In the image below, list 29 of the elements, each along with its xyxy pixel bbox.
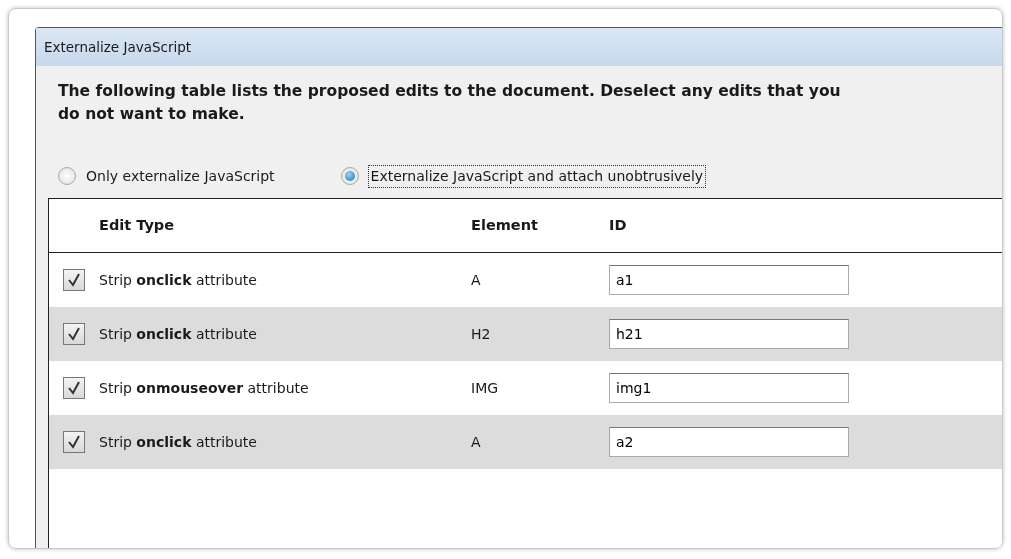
checkbox[interactable]	[63, 431, 85, 453]
element-text: A	[471, 271, 481, 288]
check-icon	[66, 272, 82, 288]
check-icon	[66, 326, 82, 342]
edit-type-text: Strip onmouseover attribute	[99, 379, 309, 396]
check-icon	[66, 434, 82, 450]
description-text: The following table lists the proposed edits to the document. Deselect any edits that you do not want to make.	[58, 81, 842, 125]
id-field[interactable]: a2	[609, 427, 849, 457]
window-title: Externalize JavaScript	[36, 28, 1002, 66]
column-header: Element	[471, 216, 538, 233]
element-text: A	[471, 433, 481, 450]
radio-button[interactable]	[58, 167, 76, 185]
radio-button[interactable]	[340, 167, 359, 185]
edit-type-text: Strip onclick attribute	[99, 271, 257, 288]
checkbox[interactable]	[63, 269, 85, 291]
element-text: H2	[471, 325, 491, 342]
id-field[interactable]: img1	[609, 373, 849, 403]
checkbox[interactable]	[63, 377, 85, 399]
column-header: Edit Type	[99, 216, 175, 233]
checkbox[interactable]	[63, 323, 85, 345]
column-header: ID	[609, 216, 627, 233]
edit-type-text: Strip onclick attribute	[99, 433, 257, 450]
element-text: IMG	[471, 379, 499, 396]
check-icon	[66, 380, 82, 396]
radio-label[interactable]: Only externalize JavaScript	[86, 165, 275, 187]
id-field[interactable]: h21	[609, 319, 849, 349]
id-field[interactable]: a1	[609, 265, 849, 295]
edit-type-text: Strip onclick attribute	[99, 325, 257, 342]
radio-label[interactable]: Externalize JavaScript and attach unobtrusively	[368, 165, 706, 187]
